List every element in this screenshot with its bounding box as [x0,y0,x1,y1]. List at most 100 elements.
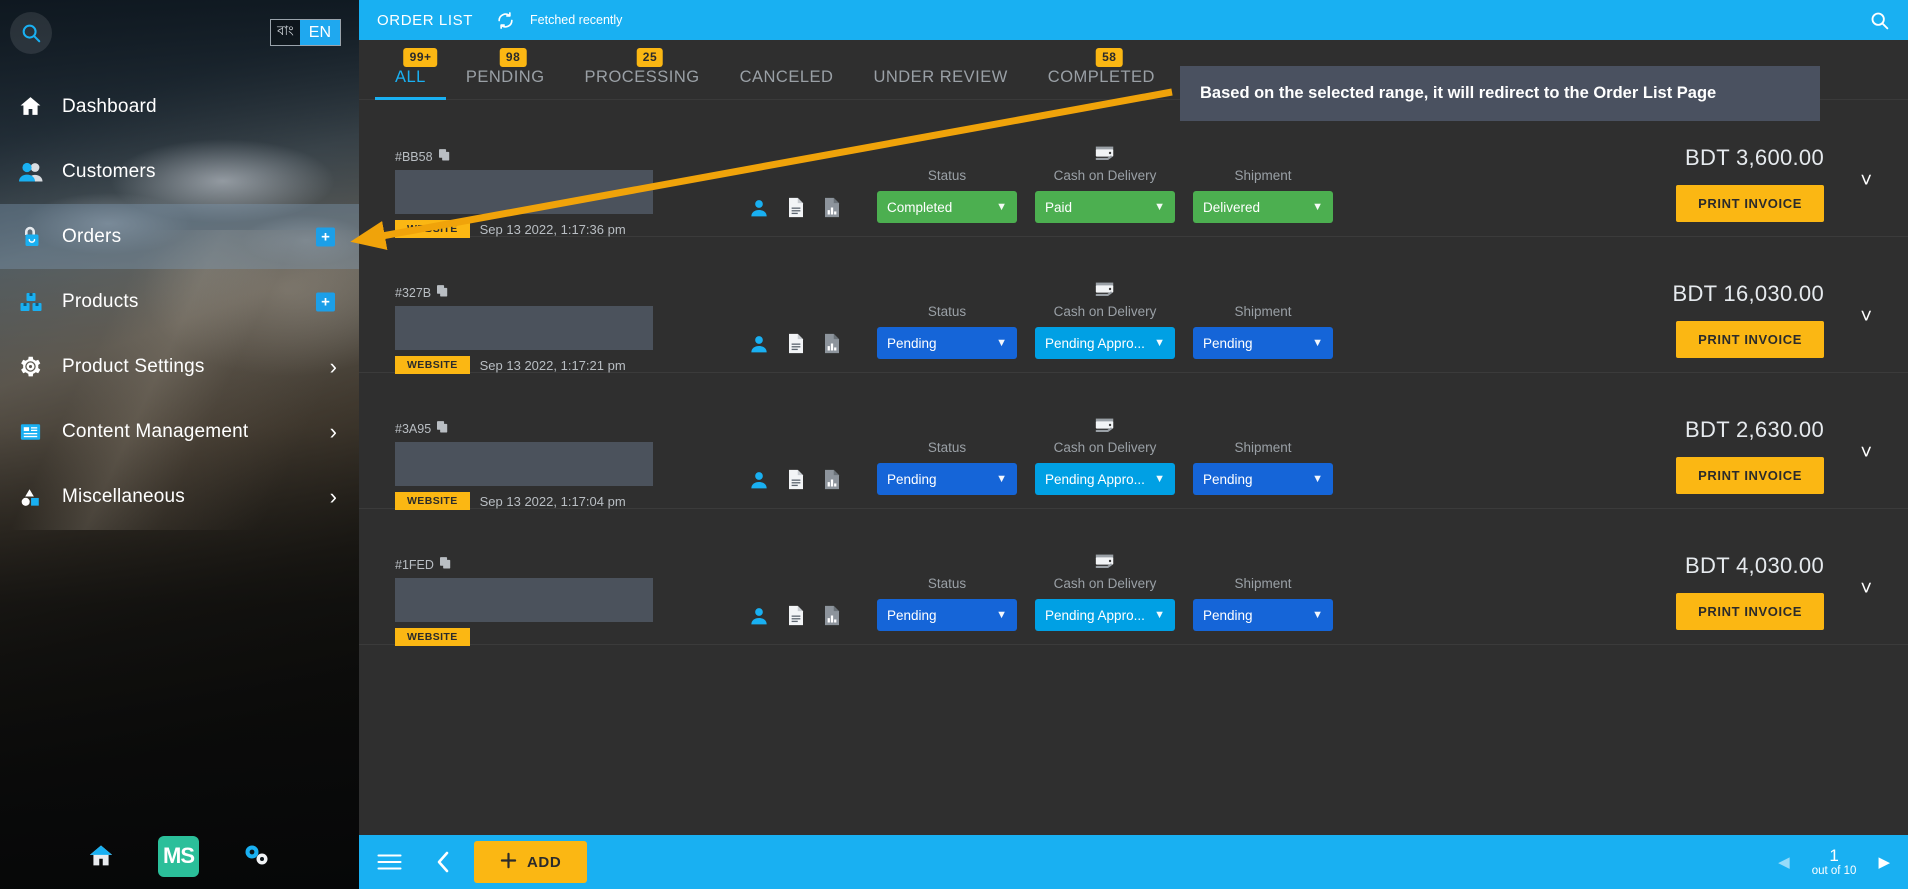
user-icon[interactable] [749,334,769,354]
sidebar-item-content-management[interactable]: Content Management › [0,399,359,464]
status-dropdown[interactable]: Pending ▼ [877,599,1017,631]
shipment-dropdown[interactable]: Pending ▼ [1193,599,1333,631]
chevron-down-icon: ▼ [1312,201,1323,213]
order-date: Sep 13 2022, 1:17:21 pm [479,357,626,373]
tab-badge: 99+ [403,48,438,67]
shipment-field: Shipment Pending ▼ [1193,273,1333,359]
triangle-right-icon[interactable]: ▶ [1878,853,1890,871]
chevron-down-icon[interactable]: ˅ [1860,171,1872,191]
shipment-dropdown[interactable]: Pending ▼ [1193,463,1333,495]
chart-icon[interactable] [823,605,841,626]
pagination-page: 1 out of 10 [1812,846,1857,879]
cod-dropdown-value: Pending Appro... [1045,335,1145,351]
chart-icon[interactable] [823,469,841,490]
document-icon[interactable] [787,197,805,218]
cod-dropdown[interactable]: Pending Appro... ▼ [1035,463,1175,495]
document-icon[interactable] [787,469,805,490]
user-icon[interactable] [749,606,769,626]
sidebar-item-product-settings[interactable]: Product Settings › [0,334,359,399]
shipment-dropdown-value: Pending [1203,471,1253,487]
cod-dropdown[interactable]: Pending Appro... ▼ [1035,599,1175,631]
wallet-icon [1093,274,1117,304]
status-dropdown[interactable]: Pending ▼ [877,463,1017,495]
table-row[interactable]: #1FED WEBSITE Status Pending ▼ Cash on D… [359,509,1908,646]
tab-completed[interactable]: 58 COMPLETED [1028,48,1175,99]
order-thumbnail [395,442,653,486]
chart-icon[interactable] [823,333,841,354]
refresh-icon[interactable] [495,11,516,30]
table-row[interactable]: #327B WEBSITE Sep 13 2022, 1:17:21 pm St… [359,237,1908,374]
tab-badge: 58 [1096,48,1123,67]
add-order-button[interactable]: + [316,227,335,246]
gears-icon[interactable] [241,842,273,870]
cod-field: Cash on Delivery Paid ▼ [1035,137,1175,223]
document-icon[interactable] [787,333,805,354]
language-toggle[interactable]: বাং EN [270,19,341,46]
shipment-dropdown[interactable]: Delivered ▼ [1193,191,1333,223]
status-dropdown[interactable]: Completed ▼ [877,191,1017,223]
sidebar-item-label: Products [62,290,139,312]
print-invoice-button[interactable]: PRINT INVOICE [1676,593,1824,630]
copy-icon[interactable] [438,149,450,164]
status-field: Status Pending ▼ [877,273,1017,359]
chevron-down-icon[interactable]: ˅ [1860,307,1872,327]
tab-badge: 25 [636,48,664,67]
order-id: #BB58 [395,149,669,164]
user-icon[interactable] [749,198,769,218]
tab-canceled[interactable]: CANCELED [720,68,854,99]
sidebar-item-products[interactable]: Products + [0,269,359,334]
document-icon[interactable] [787,605,805,626]
print-invoice-button[interactable]: PRINT INVOICE [1676,185,1824,222]
chart-icon[interactable] [823,197,841,218]
copy-icon[interactable] [437,285,448,300]
cod-label: Cash on Delivery [1053,576,1157,591]
print-invoice-button[interactable]: PRINT INVOICE [1676,321,1824,358]
ms-logo[interactable]: MS [158,835,199,877]
sidebar-item-label: Customers [62,160,156,182]
user-icon[interactable] [749,470,769,490]
sidebar-item-miscellaneous[interactable]: Miscellaneous › [0,464,359,529]
tab-all[interactable]: 99+ ALL [375,48,446,100]
home-icon[interactable] [86,842,116,870]
tab-label: PROCESSING [584,68,700,86]
shipment-dropdown[interactable]: Pending ▼ [1193,327,1333,359]
chevron-left-icon[interactable] [436,851,450,873]
chevron-down-icon[interactable]: ˅ [1860,443,1872,463]
current-page: 1 [1829,845,1839,865]
order-thumbnail [395,306,653,350]
gear-icon [18,354,62,379]
tab-pending[interactable]: 98 PENDING [446,48,565,99]
chevron-down-icon: ▼ [1312,609,1323,621]
sidebar-item-orders[interactable]: Orders + [0,204,359,269]
status-dropdown[interactable]: Pending ▼ [877,327,1017,359]
language-option-bn[interactable]: বাং [271,20,300,45]
order-meta: WEBSITE Sep 13 2022, 1:17:04 pm [395,492,669,510]
search-icon[interactable] [10,12,52,54]
tab-processing[interactable]: 25 PROCESSING [565,48,720,99]
table-row[interactable]: #BB58 WEBSITE Sep 13 2022, 1:17:36 pm St… [359,101,1908,238]
sidebar-item-dashboard[interactable]: Dashboard [0,74,359,139]
triangle-left-icon[interactable]: ◀ [1778,853,1790,871]
cod-dropdown[interactable]: Paid ▼ [1035,191,1175,223]
shopping-bag-icon [18,224,62,250]
order-list: #BB58 WEBSITE Sep 13 2022, 1:17:36 pm St… [359,101,1908,835]
copy-icon[interactable] [439,557,451,572]
hamburger-icon[interactable] [377,853,402,871]
cod-field: Cash on Delivery Pending Appro... ▼ [1035,409,1175,495]
search-icon[interactable] [1869,10,1890,31]
add-product-button[interactable]: + [316,292,335,311]
add-button[interactable]: ADD [474,841,588,883]
cod-dropdown[interactable]: Pending Appro... ▼ [1035,327,1175,359]
copy-icon[interactable] [437,421,448,436]
language-option-en[interactable]: EN [299,20,340,45]
order-id: #1FED [395,557,669,572]
shipment-field: Shipment Delivered ▼ [1193,137,1333,223]
table-row[interactable]: #3A95 WEBSITE Sep 13 2022, 1:17:04 pm St… [359,373,1908,510]
shapes-icon [18,485,62,509]
status-label: Status [927,304,967,319]
chevron-down-icon: ▼ [1154,337,1165,349]
chevron-down-icon[interactable]: ˅ [1860,579,1872,599]
sidebar-item-customers[interactable]: Customers [0,139,359,204]
tab-under-review[interactable]: UNDER REVIEW [853,68,1027,99]
print-invoice-button[interactable]: PRINT INVOICE [1676,457,1824,494]
